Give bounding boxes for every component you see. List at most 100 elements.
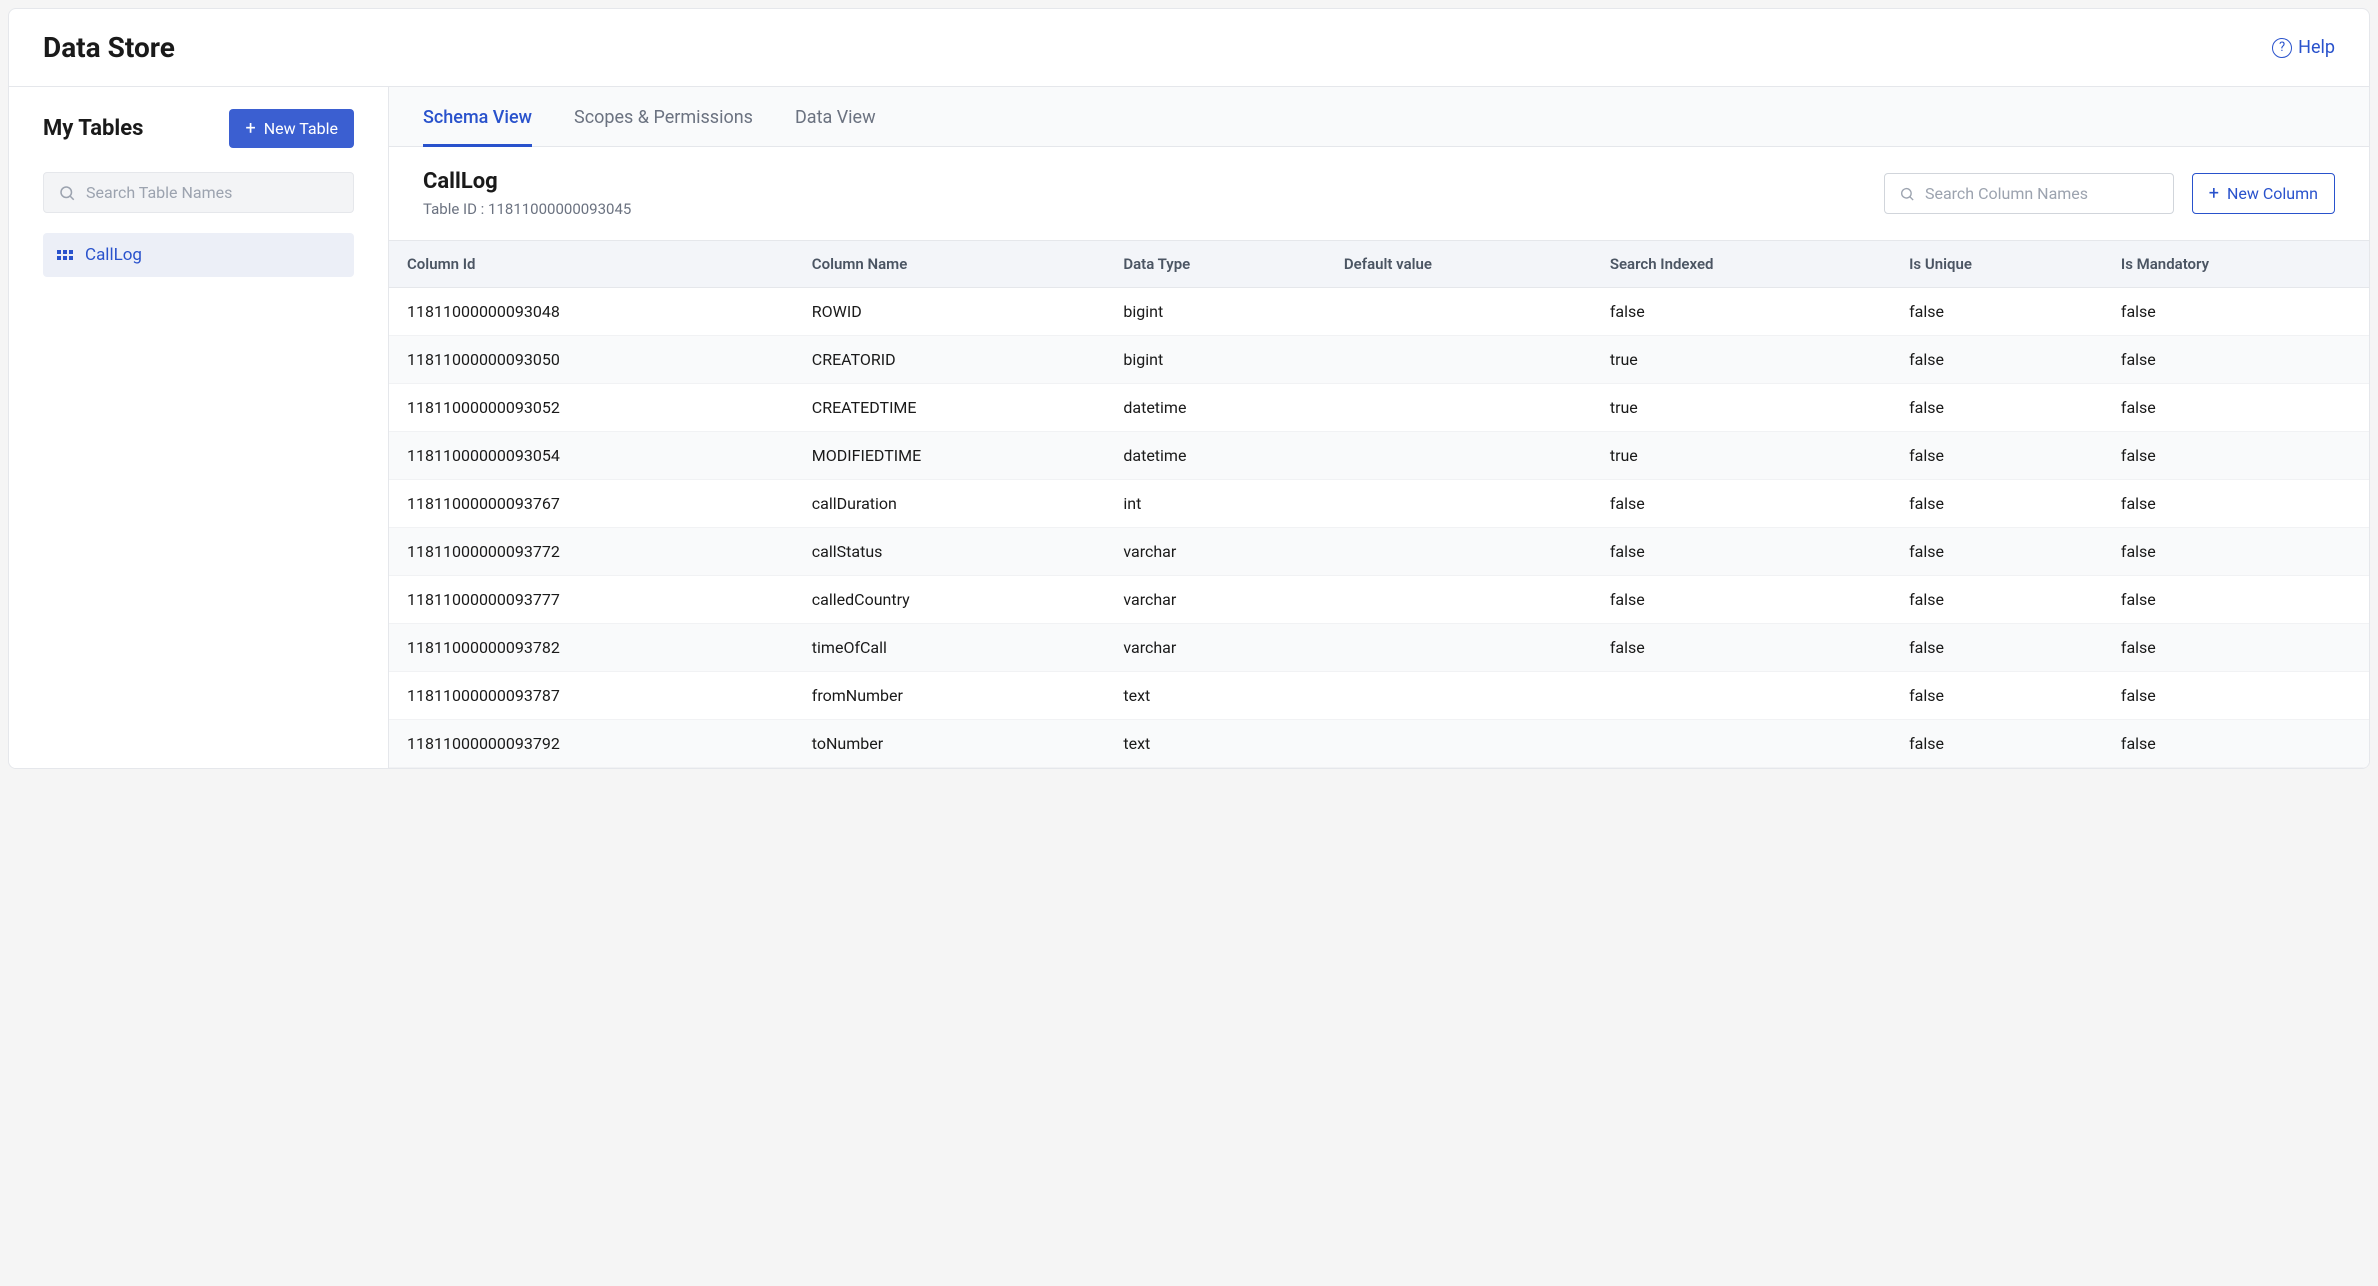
table-row[interactable]: 11811000000093772callStatusvarcharfalsef… <box>389 528 2369 576</box>
cell-col-id: 11811000000093050 <box>389 336 794 384</box>
cell-search-indexed: true <box>1592 432 1891 480</box>
column-header[interactable]: Search Indexed <box>1592 241 1891 288</box>
cell-col-name: toNumber <box>794 720 1106 768</box>
column-header[interactable]: Data Type <box>1105 241 1326 288</box>
table-row[interactable]: 11811000000093777calledCountryvarchar fal… <box>389 576 2369 624</box>
cell-is-unique: false <box>1891 432 2103 480</box>
cell-is-unique: false <box>1891 576 2103 624</box>
cell-search-indexed: false <box>1592 288 1891 336</box>
cell-col-id: 11811000000093782 <box>389 624 794 672</box>
help-link[interactable]: ? Help <box>2272 37 2335 58</box>
cell-is-unique: false <box>1891 528 2103 576</box>
cell-default-value <box>1326 672 1592 720</box>
column-header[interactable]: Default value <box>1326 241 1592 288</box>
cell-data-type: int <box>1105 480 1326 528</box>
cell-is-mandatory: false <box>2103 384 2369 432</box>
tab-schema-view[interactable]: Schema View <box>423 87 532 147</box>
table-id: Table ID : 11811000000093045 <box>423 200 631 218</box>
tabs: Schema View Scopes & Permissions Data View <box>389 87 2369 147</box>
cell-col-id: 11811000000093772 <box>389 528 794 576</box>
table-row[interactable]: 11811000000093792toNumbertext falsefalse <box>389 720 2369 768</box>
cell-default-value <box>1326 624 1592 672</box>
cell-is-unique: false <box>1891 336 2103 384</box>
sidebar-header: My Tables + New Table <box>43 109 354 148</box>
cell-data-type: varchar <box>1105 624 1326 672</box>
main-panel: Schema View Scopes & Permissions Data View… <box>389 87 2369 768</box>
column-search-box[interactable] <box>1884 173 2174 214</box>
cell-default-value <box>1326 288 1592 336</box>
table-meta-row: CallLog Table ID : 11811000000093045 + N… <box>389 147 2369 241</box>
content-area: My Tables + New Table CallLog Schema Vie… <box>9 87 2369 768</box>
sidebar-title: My Tables <box>43 116 143 141</box>
cell-is-unique: false <box>1891 384 2103 432</box>
column-header[interactable]: Column Name <box>794 241 1106 288</box>
column-search-input[interactable] <box>1925 184 2159 203</box>
table-header-row: Column IdColumn NameData TypeDefault val… <box>389 241 2369 288</box>
cell-col-id: 11811000000093777 <box>389 576 794 624</box>
sidebar-item-label: CallLog <box>85 245 142 265</box>
cell-col-name: MODIFIEDTIME <box>794 432 1106 480</box>
table-row[interactable]: 11811000000093782timeOfCallvarcharfalsef… <box>389 624 2369 672</box>
table-row[interactable]: 11811000000093787fromNumbertextfalsefals… <box>389 672 2369 720</box>
cell-search-indexed: false <box>1592 480 1891 528</box>
cell-col-name: callDuration <box>794 480 1106 528</box>
table-row[interactable]: 11811000000093054MODIFIEDTIMEdatetime tru… <box>389 432 2369 480</box>
column-header[interactable]: Is Mandatory <box>2103 241 2369 288</box>
cell-col-id: 11811000000093792 <box>389 720 794 768</box>
search-icon <box>1899 185 1915 203</box>
sidebar-search-input[interactable] <box>86 183 339 202</box>
cell-is-mandatory: false <box>2103 336 2369 384</box>
cell-default-value <box>1326 480 1592 528</box>
cell-col-name: ROWID <box>794 288 1106 336</box>
cell-search-indexed <box>1592 672 1891 720</box>
cell-default-value <box>1326 720 1592 768</box>
new-column-button[interactable]: + New Column <box>2192 173 2335 214</box>
table-meta-right: + New Column <box>1884 173 2335 214</box>
cell-data-type: text <box>1105 720 1326 768</box>
tab-scopes-permissions[interactable]: Scopes & Permissions <box>574 87 753 147</box>
sidebar-item-calllog[interactable]: CallLog <box>43 233 354 277</box>
cell-is-mandatory: false <box>2103 720 2369 768</box>
table-row[interactable]: 11811000000093767callDurationint falsefal… <box>389 480 2369 528</box>
column-header[interactable]: Column Id <box>389 241 794 288</box>
cell-default-value <box>1326 384 1592 432</box>
cell-col-id: 11811000000093054 <box>389 432 794 480</box>
page-title: Data Store <box>43 31 175 64</box>
cell-col-id: 11811000000093767 <box>389 480 794 528</box>
sidebar-search-box[interactable] <box>43 172 354 213</box>
cell-is-unique: false <box>1891 480 2103 528</box>
cell-col-id: 11811000000093048 <box>389 288 794 336</box>
search-icon <box>58 184 76 202</box>
table-name: CallLog <box>423 169 631 194</box>
plus-icon: + <box>245 120 255 138</box>
cell-data-type: datetime <box>1105 432 1326 480</box>
cell-default-value <box>1326 432 1592 480</box>
cell-is-mandatory: false <box>2103 672 2369 720</box>
cell-search-indexed <box>1592 720 1891 768</box>
cell-col-name: CREATORID <box>794 336 1106 384</box>
cell-data-type: varchar <box>1105 576 1326 624</box>
table-row[interactable]: 11811000000093050CREATORIDbiginttruefals… <box>389 336 2369 384</box>
cell-search-indexed: true <box>1592 384 1891 432</box>
table-row[interactable]: 11811000000093048ROWIDbigintfalsefalsefa… <box>389 288 2369 336</box>
header: Data Store ? Help <box>9 9 2369 87</box>
cell-search-indexed: false <box>1592 624 1891 672</box>
cell-data-type: datetime <box>1105 384 1326 432</box>
table-row[interactable]: 11811000000093052CREATEDTIMEdatetimetrue… <box>389 384 2369 432</box>
cell-is-unique: false <box>1891 624 2103 672</box>
new-column-label: New Column <box>2227 184 2318 203</box>
cell-col-name: CREATEDTIME <box>794 384 1106 432</box>
new-table-button[interactable]: + New Table <box>229 109 354 148</box>
cell-is-mandatory: false <box>2103 624 2369 672</box>
plus-icon: + <box>2209 185 2219 203</box>
help-icon: ? <box>2272 38 2292 58</box>
columns-table: Column IdColumn NameData TypeDefault val… <box>389 241 2369 768</box>
column-header[interactable]: Is Unique <box>1891 241 2103 288</box>
cell-search-indexed: false <box>1592 528 1891 576</box>
cell-is-unique: false <box>1891 288 2103 336</box>
cell-is-unique: false <box>1891 720 2103 768</box>
cell-data-type: text <box>1105 672 1326 720</box>
cell-col-id: 11811000000093787 <box>389 672 794 720</box>
cell-col-name: calledCountry <box>794 576 1106 624</box>
tab-data-view[interactable]: Data View <box>795 87 876 147</box>
